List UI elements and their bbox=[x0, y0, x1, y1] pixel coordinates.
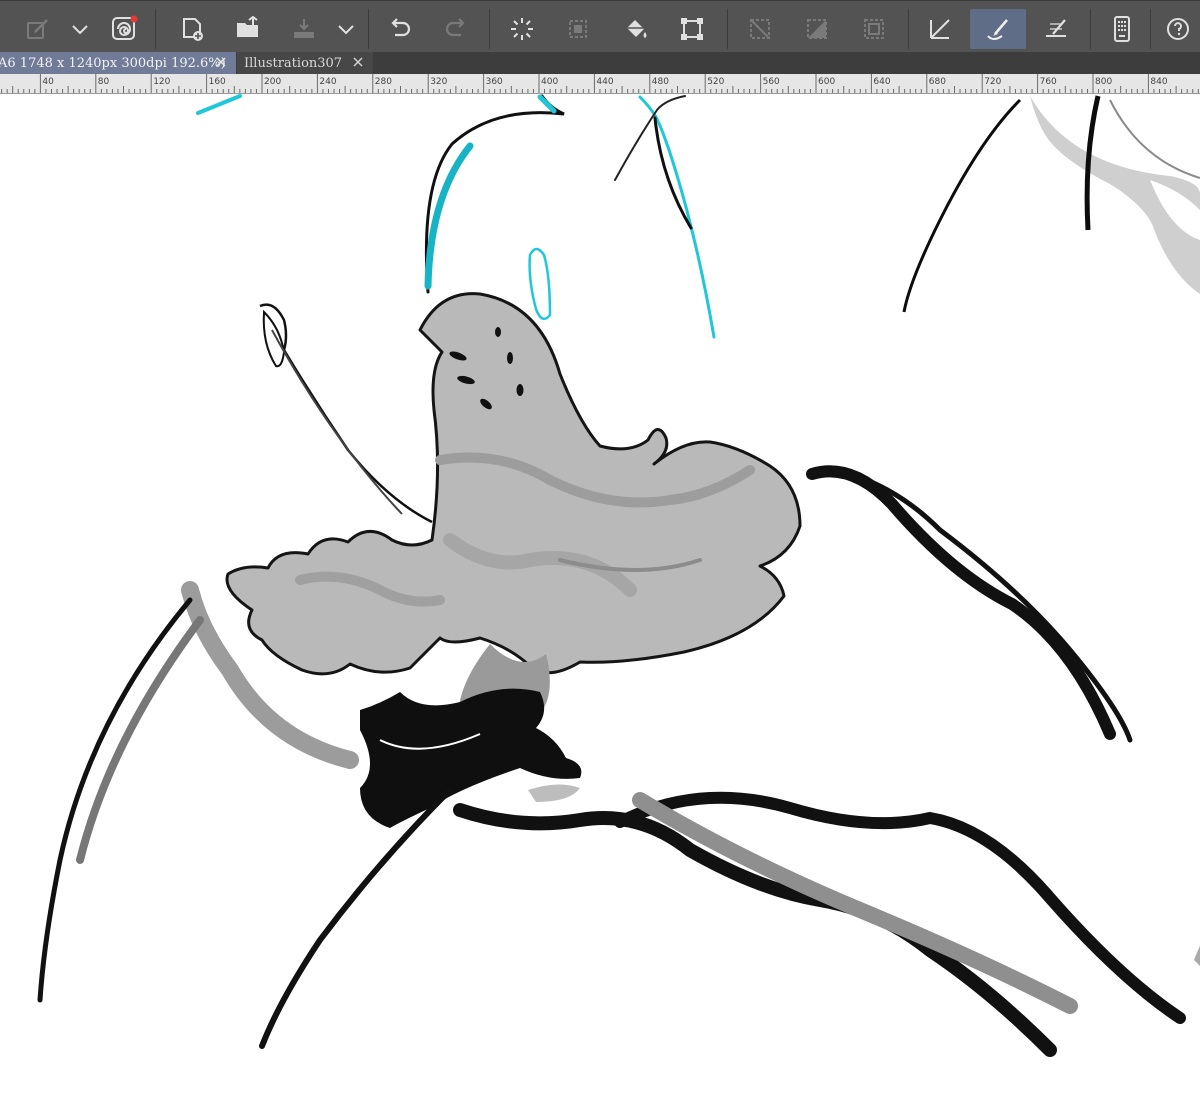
save-icon[interactable] bbox=[282, 9, 326, 49]
tab-illustration307[interactable]: Illustration307 bbox=[237, 52, 373, 74]
ruler-label: 640 bbox=[873, 77, 890, 87]
tab-label: Illustration307 bbox=[244, 55, 343, 71]
ruler-label: 240 bbox=[319, 77, 336, 87]
ruler-label: 520 bbox=[707, 77, 724, 87]
chevron-down-icon[interactable] bbox=[326, 9, 366, 49]
invert-selection-icon[interactable] bbox=[795, 9, 839, 49]
ruler-label: 680 bbox=[929, 77, 946, 87]
snap-ruler-icon[interactable] bbox=[918, 9, 962, 49]
brush-stroke-icon[interactable] bbox=[970, 9, 1026, 49]
open-folder-icon[interactable] bbox=[226, 9, 270, 49]
redo-icon[interactable] bbox=[434, 9, 478, 49]
help-icon[interactable] bbox=[1162, 9, 1200, 49]
ruler-label: 80 bbox=[98, 77, 110, 87]
close-icon[interactable] bbox=[351, 55, 365, 69]
snap-grid-icon[interactable] bbox=[1034, 9, 1078, 49]
ruler-label: 280 bbox=[375, 77, 392, 87]
tablet-mode-icon[interactable] bbox=[1100, 9, 1144, 49]
ruler-label: 760 bbox=[1040, 77, 1057, 87]
ruler-label: 600 bbox=[818, 77, 835, 87]
ruler-label: 400 bbox=[541, 77, 558, 87]
pen-setting-icon[interactable] bbox=[16, 9, 60, 49]
ruler-label: 840 bbox=[1150, 77, 1167, 87]
ruler-scale: 40 80 120 160 200 240 280 320 360 400 440 480 520 560… bbox=[1, 74, 1199, 93]
artwork bbox=[37, 94, 1200, 1057]
ruler-label: 560 bbox=[763, 77, 780, 87]
ruler-label: 800 bbox=[1095, 77, 1112, 87]
transform-icon[interactable] bbox=[670, 9, 714, 49]
loading-spinner-icon[interactable] bbox=[500, 9, 544, 49]
chevron-down-icon[interactable] bbox=[60, 9, 100, 49]
ruler-label: 360 bbox=[486, 77, 503, 87]
ruler-label: 440 bbox=[596, 77, 613, 87]
notification-dot bbox=[130, 15, 138, 23]
close-icon[interactable] bbox=[214, 55, 228, 69]
ruler-label: 480 bbox=[652, 77, 669, 87]
ruler-label: 200 bbox=[264, 77, 281, 87]
background-creature bbox=[902, 95, 1200, 313]
show-selection-icon[interactable] bbox=[852, 9, 896, 49]
deselect-icon[interactable] bbox=[556, 9, 600, 49]
drawing-canvas[interactable] bbox=[0, 94, 1200, 1091]
new-canvas-icon[interactable] bbox=[170, 9, 214, 49]
document-tab-bar: A6 1748 x 1240px 300dpi 192.6%) Illustra… bbox=[0, 52, 1200, 74]
horizontal-ruler[interactable]: 40 80 120 160 200 240 280 320 360 400 440 480 520 560… bbox=[0, 74, 1200, 94]
tab-label: A6 1748 x 1240px 300dpi 192.6%) bbox=[0, 55, 226, 71]
undo-icon[interactable] bbox=[378, 9, 422, 49]
companion-app-icon[interactable] bbox=[102, 9, 146, 49]
tab-a6-document[interactable]: A6 1748 x 1240px 300dpi 192.6%) bbox=[0, 52, 236, 74]
ruler-label: 160 bbox=[209, 77, 226, 87]
fill-bucket-icon[interactable] bbox=[614, 9, 658, 49]
command-bar bbox=[0, 0, 1200, 52]
ruler-label: 320 bbox=[430, 77, 447, 87]
main-creature bbox=[37, 292, 1200, 1057]
ruler-label: 40 bbox=[42, 77, 54, 87]
ruler-label: 720 bbox=[984, 77, 1001, 87]
clear-selection-icon[interactable] bbox=[738, 9, 782, 49]
ruler-label: 120 bbox=[153, 77, 170, 87]
